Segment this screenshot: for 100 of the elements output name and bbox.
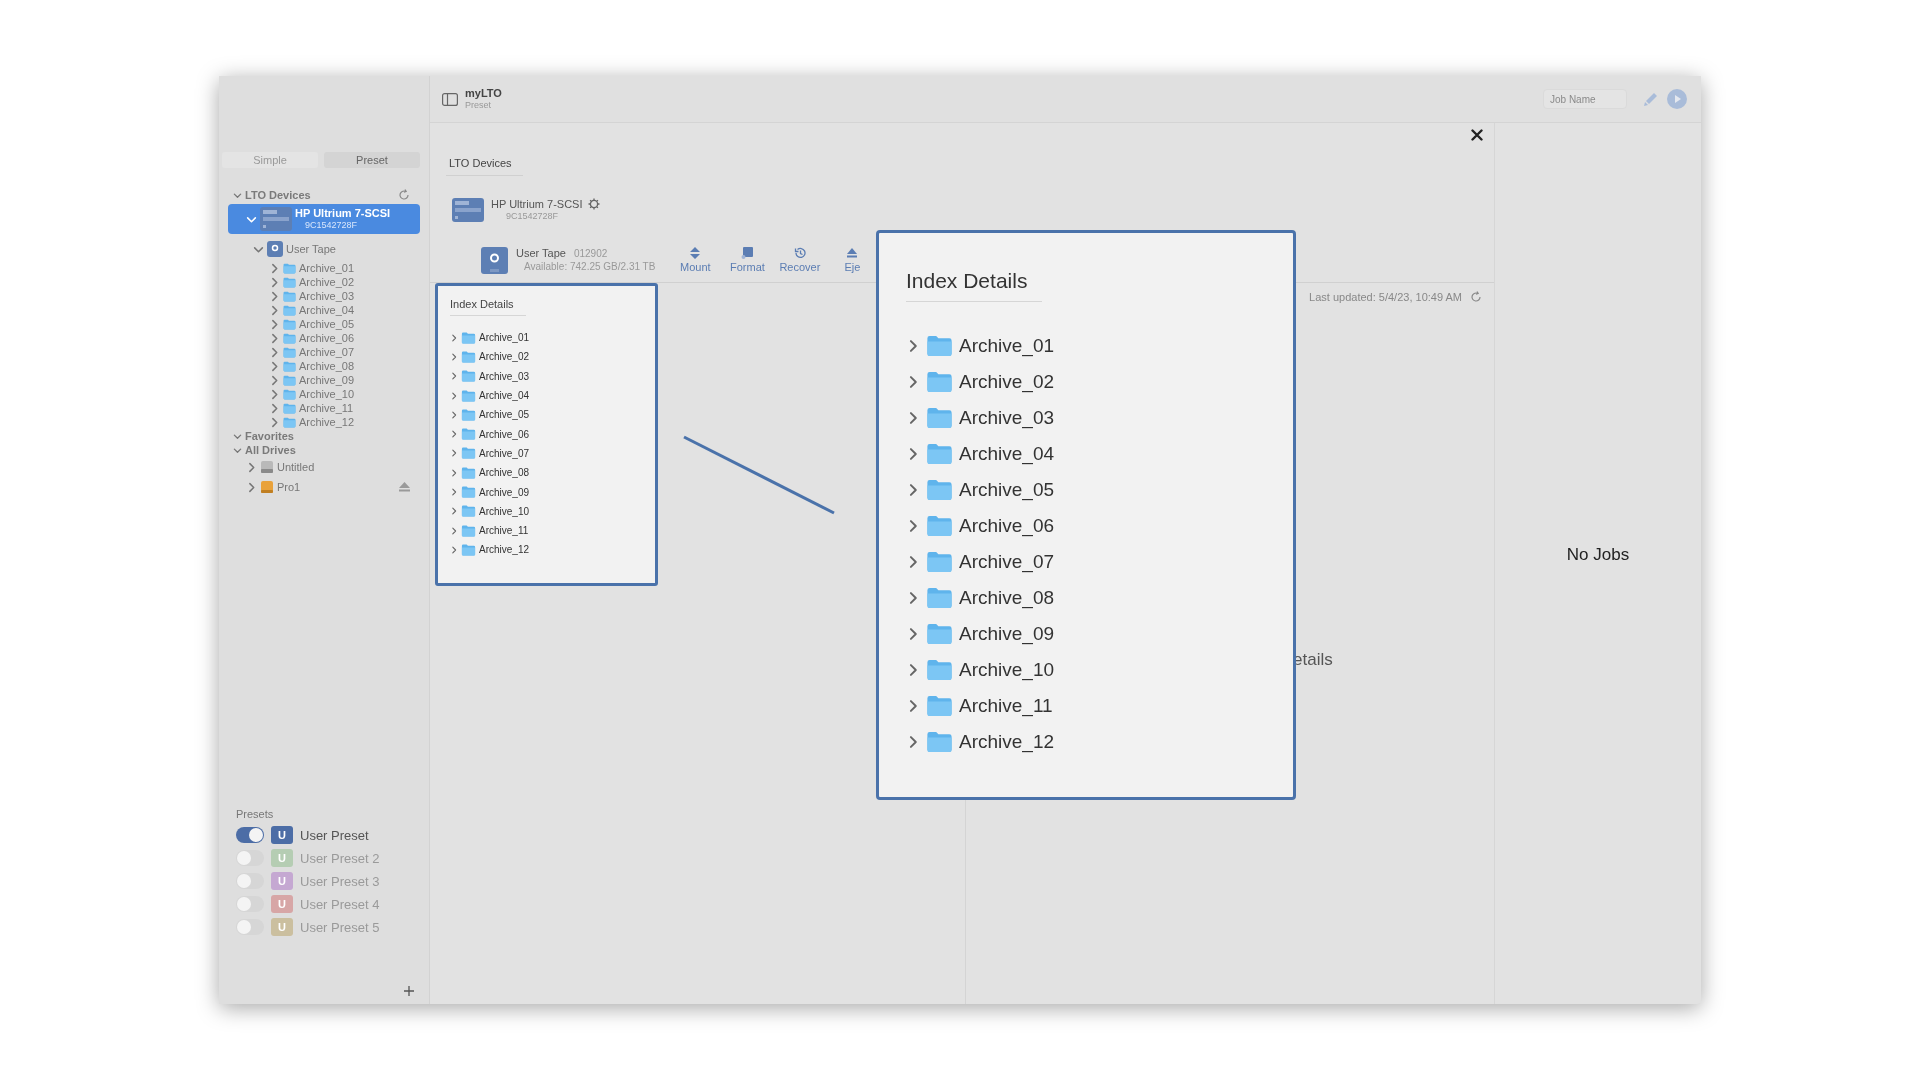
chevron-icon[interactable]	[269, 276, 280, 288]
tree-item[interactable]: Archive_10	[228, 387, 420, 401]
toggle-switch[interactable]	[236, 919, 264, 935]
chevron-icon[interactable]	[450, 391, 458, 400]
chevron-icon[interactable]	[450, 449, 458, 458]
refresh-icon[interactable]	[1470, 291, 1482, 303]
preset-label[interactable]: User Preset 5	[300, 919, 380, 935]
chevron-icon[interactable]	[246, 461, 257, 473]
chevron-icon[interactable]	[246, 481, 257, 493]
folder-label[interactable]: Archive_10	[959, 659, 1055, 681]
chevron-icon[interactable]	[233, 445, 242, 455]
chevron-icon[interactable]	[450, 372, 458, 381]
folder-label[interactable]: Archive_12	[959, 731, 1055, 753]
folder-label[interactable]: Archive_07	[479, 447, 530, 459]
tree-item[interactable]: Archive_08	[228, 359, 420, 373]
action-button[interactable]: Recover	[779, 247, 821, 273]
action-button[interactable]: Format	[727, 247, 768, 273]
tree-item[interactable]: Archive_03	[228, 289, 420, 303]
chevron-icon[interactable]	[269, 388, 280, 400]
sidebar-toggle-icon[interactable]	[442, 92, 458, 106]
folder-label[interactable]: Archive_01	[479, 332, 530, 344]
item-label: Archive_10	[299, 388, 355, 400]
folder-label[interactable]: Archive_04	[959, 443, 1055, 465]
tree-item[interactable]: Archive_05	[228, 317, 420, 331]
folder-label[interactable]: Archive_01	[959, 335, 1055, 357]
chevron-icon[interactable]	[269, 402, 280, 414]
eject-icon[interactable]	[399, 482, 410, 492]
chevron-icon[interactable]	[269, 346, 280, 358]
chevron-icon[interactable]	[450, 352, 458, 361]
section-header[interactable]: LTO Devices	[228, 188, 420, 202]
preset-label[interactable]: User Preset 4	[300, 896, 380, 912]
action-button[interactable]: Mount	[675, 247, 716, 273]
gear-icon[interactable]	[588, 198, 601, 210]
chevron-icon[interactable]	[233, 190, 242, 200]
folder-label[interactable]: Archive_03	[479, 370, 530, 382]
chevron-icon[interactable]	[450, 488, 458, 496]
tree-item[interactable]: Archive_09	[228, 373, 420, 387]
chevron-icon[interactable]	[269, 304, 280, 316]
item-label: Favorites	[245, 430, 294, 442]
toggle-switch[interactable]	[236, 850, 264, 866]
toggle-switch[interactable]	[236, 873, 264, 889]
mode-tab[interactable]: Preset	[324, 152, 420, 168]
folder-label[interactable]: Archive_03	[959, 407, 1055, 429]
folder-label[interactable]: Archive_08	[479, 467, 530, 479]
folder-label[interactable]: Archive_05	[959, 479, 1055, 501]
chevron-icon[interactable]	[269, 332, 280, 344]
folder-label[interactable]: Archive_08	[959, 587, 1055, 609]
folder-label[interactable]: Archive_02	[959, 371, 1055, 393]
chevron-icon[interactable]	[233, 431, 242, 441]
chevron-icon[interactable]	[450, 468, 458, 477]
chevron-icon[interactable]	[450, 410, 458, 419]
preset-label[interactable]: User Preset 3	[300, 873, 380, 889]
refresh-icon[interactable]	[398, 189, 410, 201]
folder-label[interactable]: Archive_11	[959, 695, 1053, 717]
section-header[interactable]: All Drives	[228, 443, 420, 457]
action-button[interactable]: Eje	[832, 247, 873, 273]
tree-item[interactable]: Archive_01	[228, 261, 420, 275]
tree-item[interactable]: Untitled	[228, 457, 420, 477]
chevron-icon[interactable]	[269, 290, 280, 302]
tree-item[interactable]: Archive_07	[228, 345, 420, 359]
toggle-switch[interactable]	[236, 827, 264, 843]
folder-label[interactable]: Archive_06	[959, 515, 1055, 537]
folder-label[interactable]: Archive_02	[479, 351, 530, 363]
chevron-icon[interactable]	[450, 430, 458, 439]
tree-item[interactable]: Archive_04	[228, 303, 420, 317]
folder-label[interactable]: Archive_05	[479, 409, 530, 421]
tree-item[interactable]: Archive_06	[228, 331, 420, 345]
close-icon[interactable]	[1471, 129, 1483, 141]
job-name-field[interactable]: Job Name	[1543, 89, 1627, 109]
folder-label[interactable]: Archive_09	[959, 623, 1055, 645]
chevron-icon[interactable]	[450, 545, 458, 554]
tree-item[interactable]: Archive_02	[228, 275, 420, 289]
folder-label[interactable]: Archive_10	[479, 505, 530, 517]
tree-item[interactable]: Archive_12	[228, 415, 420, 429]
folder-label[interactable]: Archive_12	[479, 544, 530, 556]
tree-item[interactable]: HP Ultrium 7-SCSI 9C1542728F	[228, 204, 420, 234]
preset-label[interactable]: User Preset 2	[300, 850, 380, 866]
section-header[interactable]: Favorites	[228, 429, 420, 443]
preset-badge: U	[271, 826, 293, 844]
add-icon[interactable]	[404, 986, 414, 996]
tree-item[interactable]: Pro1	[228, 477, 420, 497]
chevron-icon[interactable]	[269, 374, 280, 386]
tree-item[interactable]: User Tape	[228, 239, 420, 259]
preset-label[interactable]: User Preset	[300, 827, 369, 843]
chevron-icon[interactable]	[269, 360, 280, 372]
chevron-icon[interactable]	[269, 416, 280, 428]
tab[interactable]: LTO Devices	[446, 157, 523, 176]
tree-item[interactable]: Archive_11	[228, 401, 420, 415]
folder-label[interactable]: Archive_09	[479, 486, 530, 498]
chevron-icon[interactable]	[450, 526, 458, 535]
chevron-icon[interactable]	[269, 262, 280, 274]
mode-tab[interactable]: Simple	[222, 152, 318, 168]
chevron-icon[interactable]	[450, 507, 458, 516]
folder-label[interactable]: Archive_07	[959, 551, 1055, 573]
folder-label[interactable]: Archive_11	[479, 525, 529, 537]
folder-label[interactable]: Archive_04	[479, 390, 530, 402]
toggle-switch[interactable]	[236, 896, 264, 912]
chevron-icon[interactable]	[450, 333, 458, 342]
folder-label[interactable]: Archive_06	[479, 428, 530, 440]
chevron-icon[interactable]	[269, 318, 280, 330]
